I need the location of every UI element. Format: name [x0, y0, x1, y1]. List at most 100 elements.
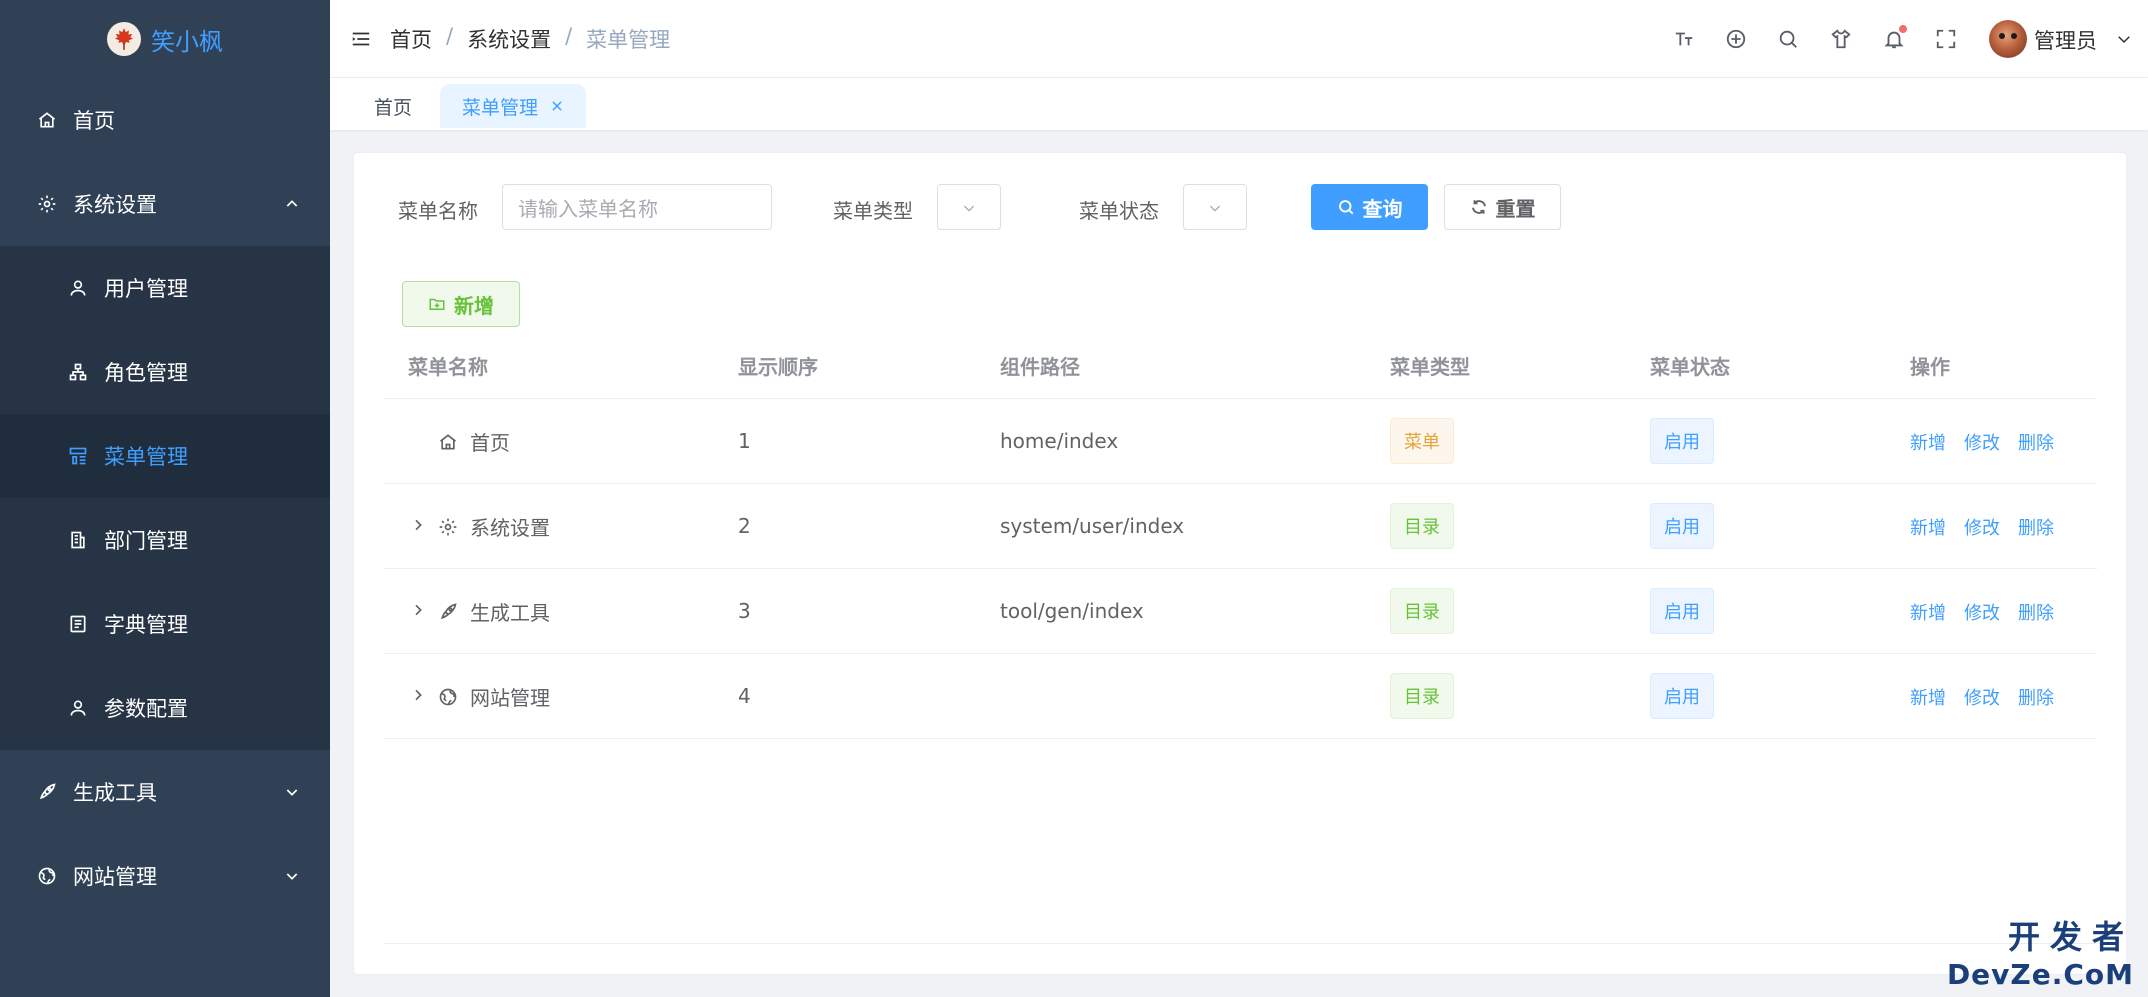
- close-icon[interactable]: [550, 99, 564, 113]
- search-icon: [1338, 200, 1353, 215]
- row-order: 4: [738, 684, 751, 708]
- refresh-icon: [1471, 200, 1486, 214]
- row-name: 网站管理: [470, 686, 550, 710]
- fullscreen-icon[interactable]: [1935, 28, 1957, 50]
- tag-label: 菜单管理: [462, 96, 539, 119]
- row-add-link[interactable]: 新增: [1910, 684, 1946, 710]
- table-bottom-divider: [384, 943, 2097, 944]
- notification-bell[interactable]: [1883, 25, 1907, 50]
- user-icon: [70, 700, 86, 716]
- menu-type-select[interactable]: [937, 184, 1001, 230]
- sidebar-item-generator-tools[interactable]: 生成工具: [0, 750, 330, 834]
- globe-icon: [439, 688, 457, 705]
- row-name-cell: 生成工具: [438, 597, 550, 626]
- column-header-status: 菜单状态: [1650, 355, 1730, 379]
- row-name: 系统设置: [470, 516, 550, 540]
- search-icon[interactable]: [1777, 28, 1799, 50]
- expand-chevron-icon[interactable]: [410, 517, 426, 533]
- watermark-line-2: DevZe.CoM: [1946, 958, 2134, 991]
- status-badge: 启用: [1650, 673, 1714, 719]
- gear-icon: [38, 195, 56, 213]
- row-edit-link[interactable]: 修改: [1964, 599, 2000, 625]
- menu-table: 菜单名称 显示顺序 组件路径 菜单类型 菜单状态 操作 首页 1 home/in…: [384, 325, 2097, 739]
- dictionary-icon: [70, 615, 86, 633]
- home-icon: [38, 112, 56, 128]
- table-row: 首页 1 home/index 菜单 启用 新增 修改 删除: [384, 399, 2097, 484]
- layout-size-icon[interactable]: [1725, 28, 1747, 50]
- row-delete-link[interactable]: 删除: [2018, 514, 2054, 540]
- menu-type-tag: 目录: [1390, 588, 1454, 634]
- sidebar-item-department-management[interactable]: 部门管理: [0, 498, 330, 582]
- rocket-icon: [440, 602, 457, 619]
- sidebar-item-parameter-config[interactable]: 参数配置: [0, 666, 330, 750]
- row-add-link[interactable]: 新增: [1910, 599, 1946, 625]
- row-actions: 新增 修改 删除: [1910, 599, 2054, 625]
- sidebar-item-label: 用户管理: [104, 277, 188, 301]
- row-actions: 新增 修改 删除: [1910, 684, 2054, 710]
- menu-type-tag: 目录: [1390, 503, 1454, 549]
- table-row: 网站管理 4 目录 启用 新增 修改 删除: [384, 654, 2097, 739]
- theme-shirt-icon[interactable]: [1830, 28, 1852, 50]
- table-header: 菜单名称 显示顺序 组件路径 菜单类型 菜单状态 操作: [384, 325, 2097, 399]
- expand-chevron-icon[interactable]: [410, 687, 426, 703]
- font-size-icon[interactable]: [1673, 28, 1695, 50]
- query-button[interactable]: 查询: [1311, 184, 1428, 230]
- sidebar-item-label: 字典管理: [104, 613, 188, 637]
- row-order: 1: [738, 429, 751, 453]
- menu-status-select[interactable]: [1183, 184, 1247, 230]
- breadcrumb-home[interactable]: 首页: [390, 24, 432, 54]
- role-tree-icon: [69, 363, 87, 381]
- menu-name-input[interactable]: 请输入菜单名称: [502, 184, 772, 230]
- row-delete-link[interactable]: 删除: [2018, 599, 2054, 625]
- row-edit-link[interactable]: 修改: [1964, 429, 2000, 455]
- column-header-type: 菜单类型: [1390, 355, 1470, 379]
- row-delete-link[interactable]: 删除: [2018, 684, 2054, 710]
- sidebar-item-label: 角色管理: [104, 361, 188, 385]
- username[interactable]: 管理员: [2034, 25, 2097, 55]
- sidebar-item-home[interactable]: 首页: [0, 78, 330, 162]
- sidebar-item-user-management[interactable]: 用户管理: [0, 246, 330, 330]
- rocket-icon: [39, 783, 56, 800]
- row-add-link[interactable]: 新增: [1910, 429, 1946, 455]
- sidebar: 笑小枫 首页 系统设置 用户管理 角色管理 菜单管理 部门管理 字典管理 参数配…: [0, 0, 330, 997]
- query-button-label: 查询: [1362, 196, 1403, 221]
- row-add-link[interactable]: 新增: [1910, 514, 1946, 540]
- sidebar-item-dictionary-management[interactable]: 字典管理: [0, 582, 330, 666]
- notification-dot: [1899, 25, 1907, 33]
- chevron-down-icon[interactable]: [2115, 30, 2133, 48]
- sidebar-item-menu-management[interactable]: 菜单管理: [0, 414, 330, 498]
- row-edit-link[interactable]: 修改: [1964, 684, 2000, 710]
- add-button-label: 新增: [454, 293, 494, 318]
- chevron-down-icon: [286, 789, 298, 796]
- logo[interactable]: 笑小枫: [0, 0, 330, 78]
- menu-status-label: 菜单状态: [1079, 199, 1159, 223]
- sidebar-item-label: 参数配置: [104, 697, 188, 721]
- folder-add-icon: [429, 298, 445, 310]
- expand-chevron-icon[interactable]: [410, 602, 426, 618]
- sidebar-item-role-management[interactable]: 角色管理: [0, 330, 330, 414]
- chevron-up-icon: [286, 200, 298, 207]
- reset-button-label: 重置: [1495, 196, 1536, 221]
- tag-menu-management[interactable]: 菜单管理: [440, 84, 587, 128]
- hamburger-toggle-icon[interactable]: [350, 28, 372, 50]
- reset-button[interactable]: 重置: [1444, 184, 1561, 230]
- gear-icon: [439, 518, 457, 535]
- add-menu-button[interactable]: 新增: [402, 281, 520, 327]
- sidebar-item-label: 菜单管理: [104, 445, 188, 469]
- breadcrumb-separator: /: [565, 24, 573, 48]
- tag-home[interactable]: 首页: [352, 84, 434, 128]
- sidebar-item-website-management[interactable]: 网站管理: [0, 834, 330, 918]
- row-edit-link[interactable]: 修改: [1964, 514, 2000, 540]
- menu-type-tag: 目录: [1390, 673, 1454, 719]
- sidebar-item-label: 生成工具: [73, 781, 157, 805]
- sidebar-item-system-settings[interactable]: 系统设置: [0, 162, 330, 246]
- row-name-cell: 系统设置: [438, 512, 550, 541]
- table-row: 系统设置 2 system/user/index 目录 启用 新增 修改 删除: [384, 484, 2097, 569]
- avatar[interactable]: [1989, 20, 2027, 58]
- home-icon: [439, 433, 457, 449]
- status-badge: 启用: [1650, 418, 1714, 464]
- sidebar-item-label: 部门管理: [104, 529, 188, 553]
- breadcrumb-system-settings[interactable]: 系统设置: [467, 24, 551, 54]
- row-delete-link[interactable]: 删除: [2018, 429, 2054, 455]
- menu-name-label: 菜单名称: [398, 199, 478, 223]
